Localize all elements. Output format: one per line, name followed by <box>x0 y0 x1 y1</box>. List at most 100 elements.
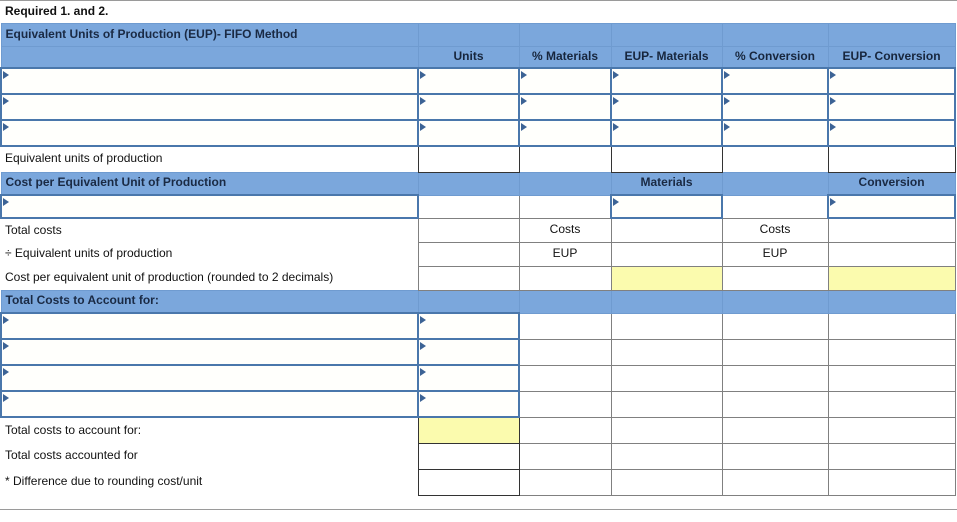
total-costs-heading-spacer-pmat <box>518 289 612 314</box>
total-costs-row2-pcon-cell <box>721 338 829 366</box>
eup-section-heading: Equivalent Units of Production (EUP)- FI… <box>0 22 419 47</box>
cost-per-equivalent-unit-materials-result[interactable] <box>610 265 723 291</box>
rounding-difference-pcon-cell <box>721 468 829 496</box>
total-costs-eup-conversion-cell[interactable] <box>827 217 956 243</box>
rounding-difference-pmat-cell <box>518 468 612 496</box>
total-costs-accounted-for-value[interactable] <box>417 442 520 470</box>
total-costs-row3-pmat-cell <box>518 364 612 392</box>
cost-per-unit-heading-spacer-units <box>417 171 520 196</box>
total-costs-to-account-for-value[interactable] <box>417 416 520 444</box>
eup-row2-units-input[interactable] <box>417 93 520 121</box>
total-costs-row1-pmat-cell <box>518 312 612 340</box>
cost-per-equivalent-unit-conversion-result[interactable] <box>827 265 956 291</box>
eup-col-header-eup-materials: EUP- Materials <box>610 45 723 69</box>
eup-input-row <box>0 119 957 147</box>
eup-total-eup-conversion-cell[interactable] <box>827 145 956 173</box>
eup-total-eup-materials-cell[interactable] <box>610 145 723 173</box>
worksheet-sheet: Required 1. and 2. Equivalent Units of P… <box>0 0 957 522</box>
total-costs-row3-amount-input[interactable] <box>417 364 520 392</box>
rounding-difference-row: * Difference due to rounding cost/unit <box>1 468 956 496</box>
eup-row1-pct-materials-input[interactable] <box>518 67 612 95</box>
cost-per-unit-heading-spacer-pmat <box>518 171 612 196</box>
cost-per-unit-input-row <box>0 194 957 219</box>
total-costs-heading-spacer-emat <box>610 289 723 314</box>
total-costs-row4-econ-cell <box>827 390 956 418</box>
total-costs-heading-spacer-pcon <box>721 289 829 314</box>
eup-row3-pct-materials-input[interactable] <box>518 119 612 147</box>
eup-heading-spacer-emat <box>610 22 723 47</box>
cost-per-equivalent-unit-pct-conversion-cell <box>721 265 829 291</box>
eup-row3-eup-conversion-input[interactable] <box>826 119 957 147</box>
cost-per-unit-row1-eup-materials-input[interactable] <box>610 194 723 219</box>
total-costs-row1-pcon-cell <box>721 312 829 340</box>
eup-heading-spacer-econ <box>827 22 956 47</box>
eup-input-row <box>0 67 957 95</box>
page-title: Required 1. and 2. <box>5 3 109 18</box>
eup-row1-label-input[interactable] <box>0 67 419 95</box>
cost-per-unit-heading-spacer-pcon <box>721 171 829 196</box>
divide-eup-units-cell <box>417 241 520 267</box>
cost-per-unit-subheader-materials: Materials <box>610 171 723 196</box>
eup-row2-label-input[interactable] <box>0 93 419 121</box>
eup-row3-units-input[interactable] <box>417 119 520 147</box>
total-costs-row2-label-input[interactable] <box>0 338 419 366</box>
total-costs-row3-label-input[interactable] <box>0 364 419 392</box>
total-costs-row2-amount-input[interactable] <box>417 338 520 366</box>
eup-total-units-cell[interactable] <box>417 145 520 173</box>
eup-row2-pct-conversion-input[interactable] <box>721 93 829 121</box>
total-costs-row1-amount-input[interactable] <box>417 312 520 340</box>
total-costs-accounted-for-econ-cell <box>827 442 956 470</box>
cost-per-unit-divide-row: ÷ Equivalent units of production EUP EUP <box>1 241 956 267</box>
rounding-difference-econ-cell <box>827 468 956 496</box>
eup-row2-eup-materials-input[interactable] <box>610 93 723 121</box>
divide-eup-materials-value: EUP <box>518 241 612 267</box>
cost-per-unit-row1-pct-conversion-cell <box>721 194 829 219</box>
total-costs-row4-label-input[interactable] <box>0 390 419 418</box>
rounding-difference-emat-cell <box>610 468 723 496</box>
eup-heading-spacer-pcon <box>721 22 829 47</box>
eup-total-row: Equivalent units of production <box>1 145 956 173</box>
eup-total-label: Equivalent units of production <box>5 151 163 166</box>
cost-per-unit-heading-row: Cost per Equivalent Unit of Production M… <box>0 171 956 196</box>
eup-row2-eup-conversion-input[interactable] <box>826 93 957 121</box>
total-costs-accounted-for-row: Total costs accounted for <box>1 442 956 470</box>
total-costs-input-row <box>0 364 956 392</box>
cost-per-equivalent-unit-label: Cost per equivalent unit of production (… <box>5 269 334 284</box>
total-costs-row4-pmat-cell <box>518 390 612 418</box>
rounding-difference-value[interactable] <box>417 468 520 496</box>
total-costs-row1-emat-cell <box>610 312 723 340</box>
total-costs-accounted-for-emat-cell <box>610 442 723 470</box>
eup-fifo-worksheet-table: Required 1. and 2. Equivalent Units of P… <box>0 1 957 496</box>
total-costs-row1-label-input[interactable] <box>0 312 419 340</box>
eup-row1-units-input[interactable] <box>417 67 520 95</box>
eup-row3-label-input[interactable] <box>0 119 419 147</box>
total-costs-row1-econ-cell <box>827 312 956 340</box>
cost-per-unit-result-row: Cost per equivalent unit of production (… <box>1 265 956 291</box>
total-costs-heading-spacer-units <box>417 289 520 314</box>
eup-heading-spacer-pmat <box>518 22 612 47</box>
divide-eup-label: ÷ Equivalent units of production <box>5 246 173 261</box>
eup-total-pct-conversion-cell <box>722 146 828 172</box>
eup-row1-eup-materials-input[interactable] <box>610 67 723 95</box>
eup-row1-pct-conversion-input[interactable] <box>721 67 829 95</box>
eup-input-row <box>0 93 957 121</box>
cost-per-equivalent-unit-units-cell <box>417 265 520 291</box>
eup-row3-pct-conversion-input[interactable] <box>721 119 829 147</box>
total-costs-to-account-for-econ-cell <box>827 416 956 444</box>
eup-row1-eup-conversion-input[interactable] <box>826 67 957 95</box>
bottom-divider <box>0 509 957 510</box>
eup-row3-eup-materials-input[interactable] <box>610 119 723 147</box>
total-costs-to-account-for-emat-cell <box>610 416 723 444</box>
total-costs-row2-emat-cell <box>610 338 723 366</box>
eup-col-header-eup-conversion: EUP- Conversion <box>827 45 956 69</box>
eup-heading-spacer-units <box>417 22 520 47</box>
cost-per-unit-row1-eup-conversion-input[interactable] <box>826 194 957 219</box>
total-costs-row4-amount-input[interactable] <box>417 390 520 418</box>
divide-eup-conversion-cell[interactable] <box>827 241 956 267</box>
divide-eup-materials-cell[interactable] <box>610 241 723 267</box>
total-costs-units-cell <box>417 217 520 243</box>
eup-row2-pct-materials-input[interactable] <box>518 93 612 121</box>
total-costs-eup-materials-cell[interactable] <box>610 217 723 243</box>
total-costs-row3-emat-cell <box>610 364 723 392</box>
cost-per-unit-row1-label-input[interactable] <box>0 194 419 219</box>
